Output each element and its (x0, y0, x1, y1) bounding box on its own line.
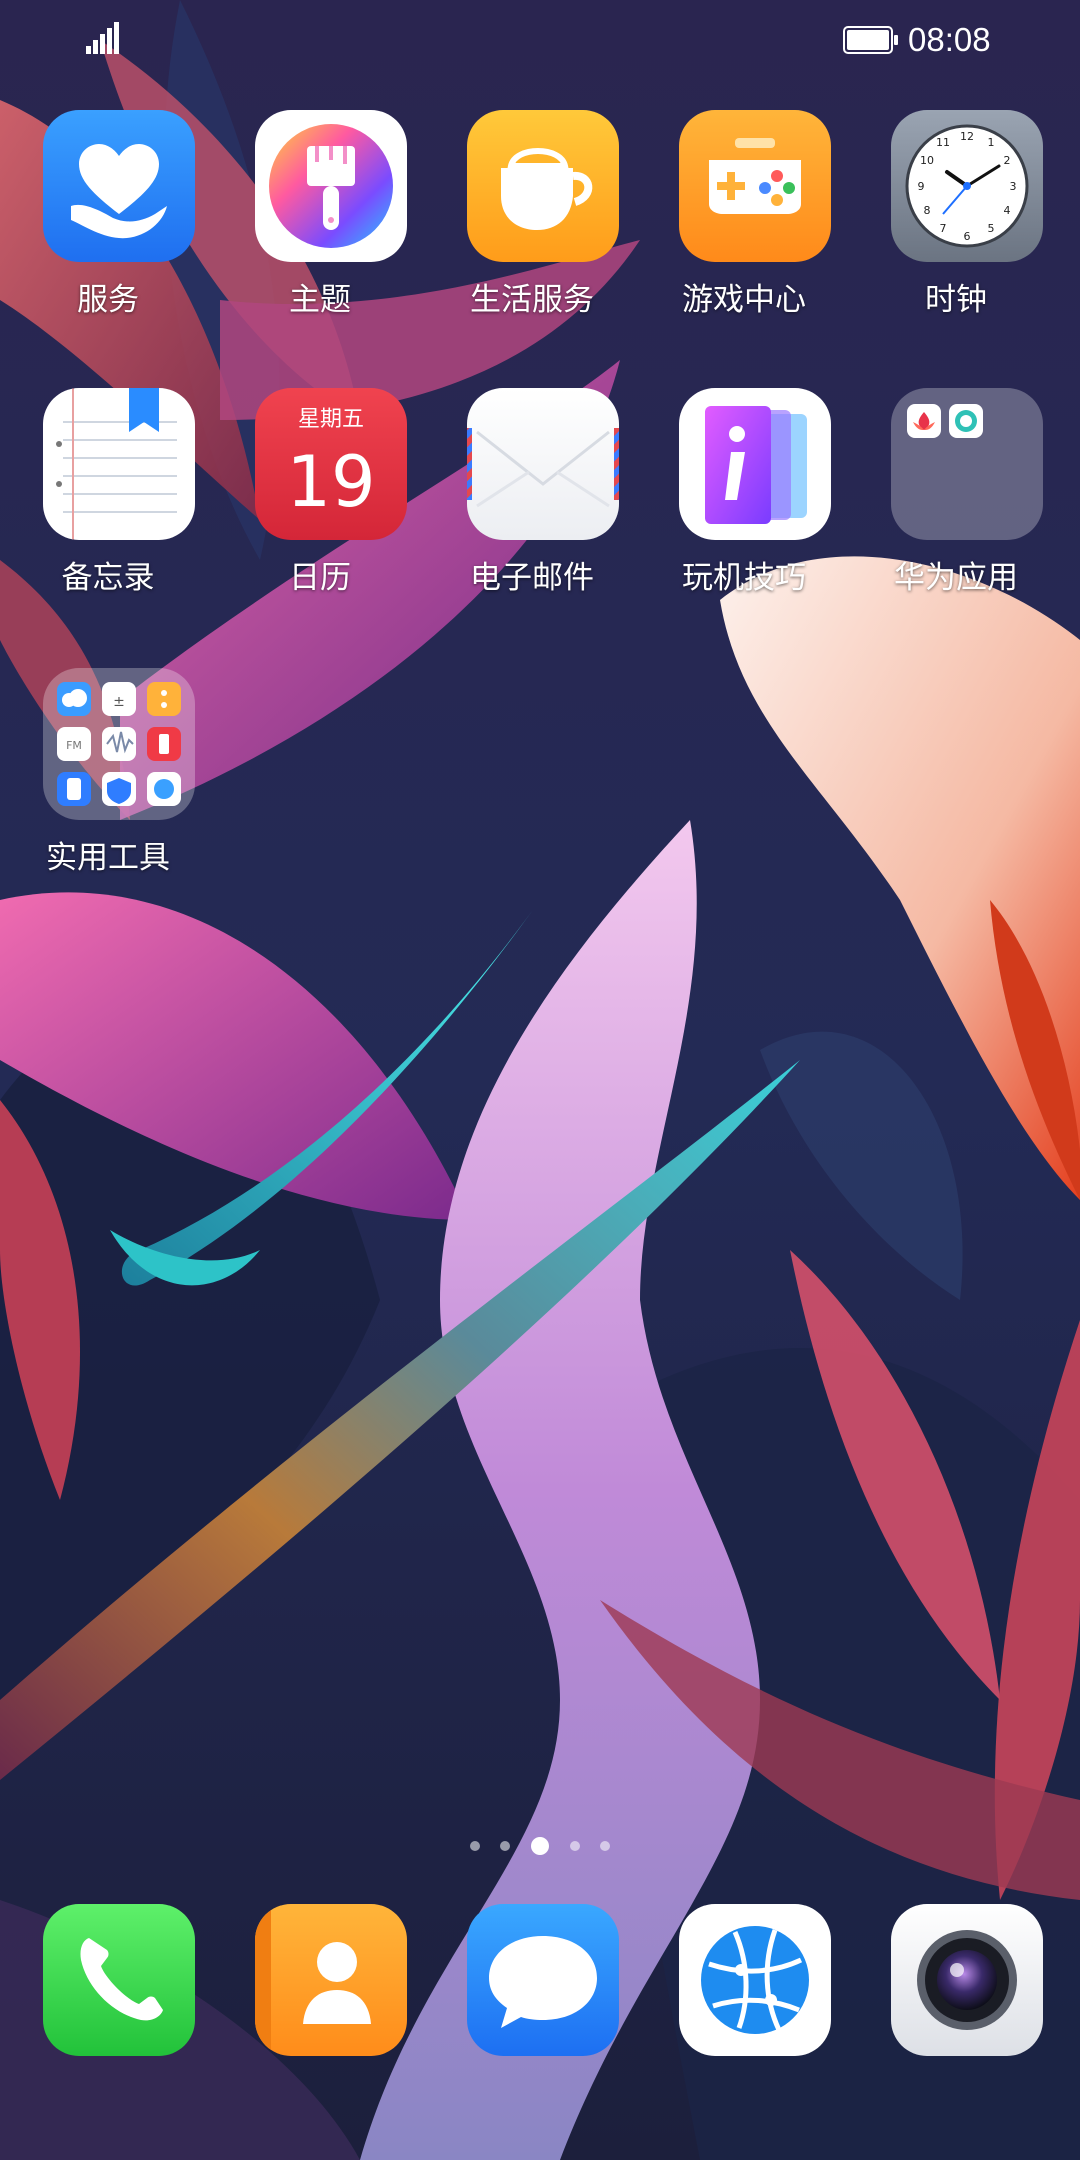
status-bar: 08:08 (0, 0, 1080, 80)
app-memo[interactable]: 备忘录 (2, 388, 214, 628)
phone-icon (43, 1904, 195, 2056)
svg-text:4: 4 (1004, 204, 1011, 217)
dock-browser[interactable] (638, 1904, 850, 2144)
svg-text:FM: FM (66, 739, 82, 752)
analog-clock-icon: 12 1 2 3 4 5 6 7 8 9 10 11 (891, 110, 1043, 262)
app-life-service[interactable]: 生活服务 (426, 110, 638, 350)
dock-phone[interactable] (2, 1904, 214, 2144)
app-clock[interactable]: 12 1 2 3 4 5 6 7 8 9 10 11 时钟 (850, 110, 1062, 350)
dock-messages[interactable] (426, 1904, 638, 2144)
app-label: 时钟 (925, 282, 987, 318)
coffee-cup-icon (467, 110, 619, 262)
svg-text:8: 8 (924, 204, 931, 217)
signal-bars-icon (86, 22, 119, 54)
status-time: 08:08 (908, 21, 991, 58)
calendar-weekday: 星期五 (298, 407, 364, 432)
svg-text:±: ± (113, 694, 125, 710)
app-tips[interactable]: 玩机技巧 (638, 388, 850, 628)
notepad-icon (43, 388, 195, 540)
svg-text:2: 2 (1004, 154, 1011, 167)
message-bubble-icon (467, 1904, 619, 2056)
app-theme[interactable]: 主题 (214, 110, 426, 350)
svg-text:3: 3 (1010, 180, 1017, 193)
svg-text:6: 6 (964, 230, 971, 243)
svg-text:9: 9 (918, 180, 925, 193)
paintbrush-icon (255, 110, 407, 262)
dock-contacts[interactable] (214, 1904, 426, 2144)
app-email[interactable]: 电子邮件 (426, 388, 638, 628)
svg-text:11: 11 (936, 136, 950, 149)
dock-camera[interactable] (850, 1904, 1062, 2144)
folder-icon: ± FM (43, 668, 195, 820)
svg-text:1: 1 (988, 136, 995, 149)
battery-full-icon (843, 26, 898, 54)
svg-text:5: 5 (988, 222, 995, 235)
calendar-icon: 星期五 19 (255, 388, 407, 540)
app-label: 实用工具 (46, 840, 170, 876)
globe-icon (679, 1904, 831, 2056)
envelope-icon (467, 388, 619, 540)
folder-huawei-apps[interactable]: 华为应用 (850, 388, 1062, 628)
app-game-center[interactable]: 游戏中心 (638, 110, 850, 350)
app-label: 华为应用 (894, 560, 1018, 596)
app-calendar[interactable]: 星期五 19 日历 (214, 388, 426, 628)
svg-text:10: 10 (920, 154, 934, 167)
svg-text:7: 7 (940, 222, 947, 235)
calendar-day: 19 (286, 441, 375, 523)
heart-hand-icon (43, 110, 195, 262)
folder-icon (891, 388, 1043, 540)
folder-utility-tools[interactable]: ± FM 实用工具 (2, 668, 214, 908)
tips-icon (679, 388, 831, 540)
app-service[interactable]: 服务 (2, 110, 214, 350)
svg-text:12: 12 (960, 130, 974, 143)
contacts-icon (255, 1904, 407, 2056)
gamepad-icon (679, 110, 831, 262)
camera-icon (891, 1904, 1043, 2056)
page-indicator[interactable] (465, 1834, 615, 1858)
